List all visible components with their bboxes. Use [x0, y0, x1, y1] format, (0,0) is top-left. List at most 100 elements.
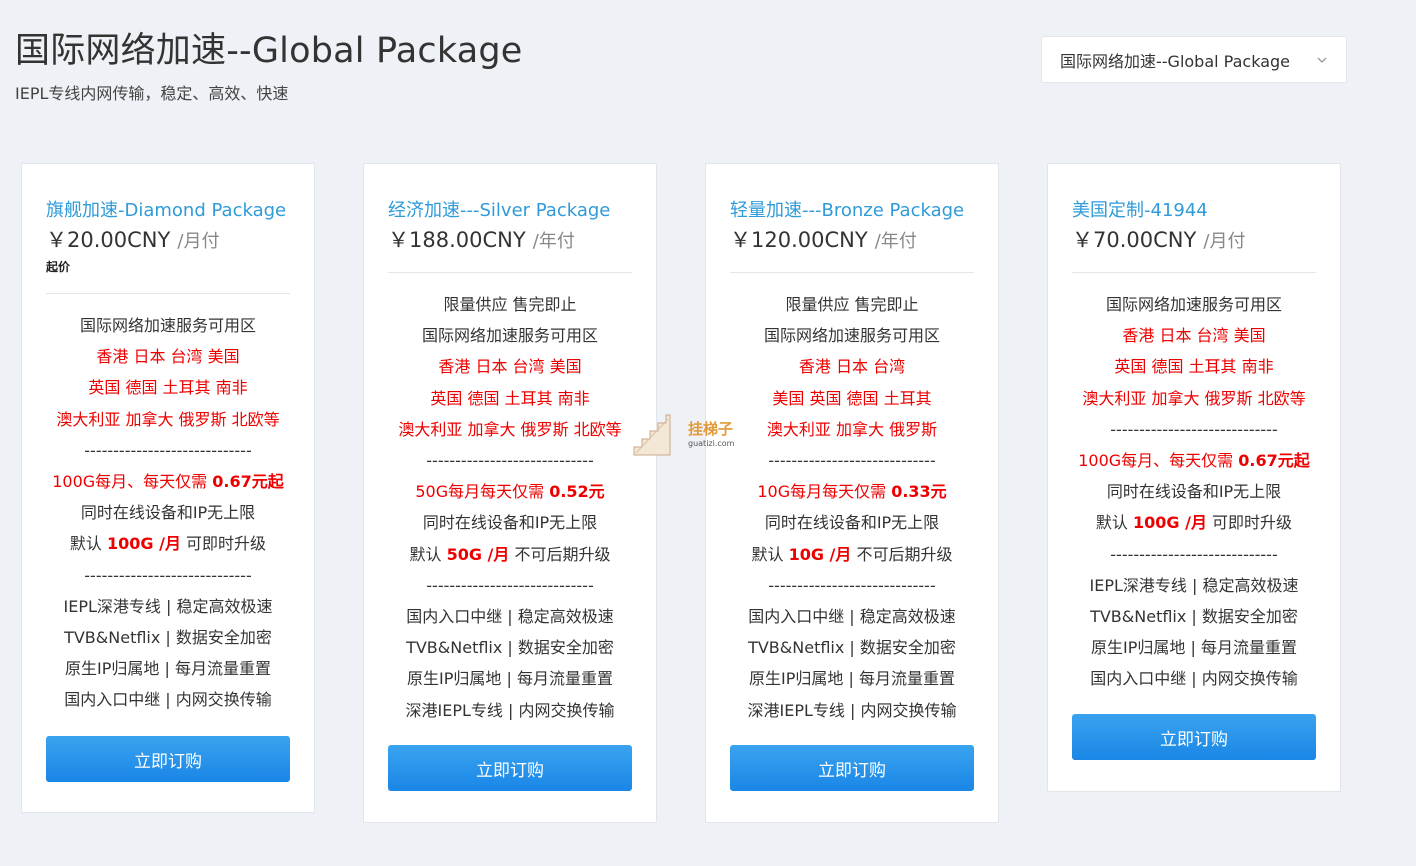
- feature-text: 原生IP归属地 | 每月流量重置: [65, 659, 271, 679]
- feature-text: 英国 德国 土耳其 南非: [88, 378, 248, 398]
- feature-text: 限量供应 售完即止: [785, 295, 919, 314]
- feature-text: 50G /月: [446, 544, 510, 564]
- feature-line: -----------------------------: [22, 435, 314, 466]
- feature-text: 国内入口中继 | 稳定高效极速: [748, 607, 956, 627]
- feature-text: 10G每月每天仅需: [757, 482, 892, 502]
- feature-line: 香港 日本 台湾 美国: [364, 351, 656, 382]
- feature-line: -----------------------------: [1048, 539, 1340, 570]
- feature-line: 深港IEPL专线 | 内网交换传输: [706, 695, 998, 726]
- feature-text: -----------------------------: [768, 451, 936, 471]
- feature-line: TVB&Netflix | 数据安全加密: [706, 632, 998, 663]
- feature-line: 国际网络加速服务可用区: [706, 320, 998, 351]
- feature-line: 澳大利亚 加拿大 俄罗斯 北欧等: [22, 404, 314, 435]
- feature-text: 原生IP归属地 | 每月流量重置: [407, 669, 613, 689]
- feature-line: IEPL深港专线 | 稳定高效极速: [22, 591, 314, 622]
- package-price-line: ￥20.00CNY /月付: [46, 224, 220, 254]
- feature-text: IEPL深港专线 | 稳定高效极速: [1089, 575, 1299, 595]
- card-divider: [46, 293, 290, 294]
- feature-line: 美国 英国 德国 土耳其: [706, 383, 998, 414]
- feature-line: 澳大利亚 加拿大 俄罗斯 北欧等: [1048, 383, 1340, 414]
- feature-text: 英国 德国 土耳其 南非: [430, 388, 590, 408]
- feature-text: -----------------------------: [768, 575, 936, 595]
- watermark-en: guatizi.com: [688, 439, 735, 448]
- feature-line: 原生IP归属地 | 每月流量重置: [22, 653, 314, 684]
- feature-line: TVB&Netflix | 数据安全加密: [22, 622, 314, 653]
- feature-text: TVB&Netflix | 数据安全加密: [64, 628, 272, 648]
- feature-text: -----------------------------: [426, 451, 594, 471]
- feature-line: 10G每月每天仅需 0.33元: [706, 476, 998, 507]
- feature-text: 0.52元: [549, 482, 605, 502]
- feature-text: 可即时升级: [1206, 513, 1293, 533]
- feature-text: 深港IEPL专线 | 内网交换传输: [747, 700, 957, 720]
- feature-line: TVB&Netflix | 数据安全加密: [364, 632, 656, 663]
- card-divider: [730, 272, 974, 273]
- feature-line: 香港 日本 台湾 美国: [1048, 320, 1340, 351]
- feature-line: 100G每月、每天仅需 0.67元起: [22, 466, 314, 497]
- feature-line: 原生IP归属地 | 每月流量重置: [364, 663, 656, 694]
- feature-line: IEPL深港专线 | 稳定高效极速: [1048, 570, 1340, 601]
- feature-line: 香港 日本 台湾 美国: [22, 341, 314, 372]
- feature-line: 限量供应 售完即止: [364, 289, 656, 320]
- feature-line: 国内入口中继 | 稳定高效极速: [364, 601, 656, 632]
- feature-line: 香港 日本 台湾: [706, 351, 998, 382]
- package-price: ￥20.00CNY: [46, 228, 171, 252]
- feature-text: IEPL深港专线 | 稳定高效极速: [63, 596, 273, 616]
- feature-text: 100G /月: [107, 534, 181, 554]
- feature-text: -----------------------------: [84, 565, 252, 585]
- package-name[interactable]: 美国定制-41944: [1072, 196, 1208, 222]
- feature-line: -----------------------------: [22, 560, 314, 591]
- feature-line: 默认 10G /月 不可后期升级: [706, 539, 998, 570]
- package-price: ￥120.00CNY: [730, 228, 868, 252]
- feature-line: TVB&Netflix | 数据安全加密: [1048, 601, 1340, 632]
- feature-line: 英国 德国 土耳其 南非: [1048, 351, 1340, 382]
- feature-line: 默认 50G /月 不可后期升级: [364, 539, 656, 570]
- package-name[interactable]: 轻量加速---Bronze Package: [730, 196, 964, 222]
- page-title: 国际网络加速--Global Package: [15, 31, 523, 71]
- package-price: ￥188.00CNY: [388, 228, 526, 252]
- stairs-logo-icon: [633, 414, 671, 456]
- feature-line: -----------------------------: [364, 445, 656, 476]
- feature-text: 默认: [1095, 513, 1134, 533]
- package-price: ￥70.00CNY: [1072, 228, 1197, 252]
- package-name[interactable]: 经济加速---Silver Package: [388, 196, 610, 222]
- package-price-line: ￥120.00CNY /年付: [730, 224, 917, 254]
- feature-line: 国内入口中继 | 内网交换传输: [22, 684, 314, 715]
- feature-text: 50G每月每天仅需: [415, 482, 550, 502]
- feature-text: 香港 日本 台湾: [798, 357, 906, 377]
- order-now-button[interactable]: 立即订购: [388, 745, 632, 791]
- feature-line: 原生IP归属地 | 每月流量重置: [1048, 632, 1340, 663]
- billing-cycle: /年付: [532, 231, 575, 252]
- product-group-select[interactable]: 国际网络加速--Global Package: [1041, 36, 1347, 83]
- feature-text: 国际网络加速服务可用区: [763, 326, 940, 346]
- feature-list: 限量供应 售完即止国际网络加速服务可用区 香港 日本 台湾美国 英国 德国 土耳其…: [706, 289, 998, 726]
- billing-cycle: /月付: [1203, 231, 1246, 252]
- feature-line: 国内入口中继 | 稳定高效极速: [706, 601, 998, 632]
- order-now-button[interactable]: 立即订购: [1072, 714, 1316, 760]
- feature-text: 国际网络加速服务可用区: [1105, 295, 1282, 314]
- feature-text: 默认: [751, 544, 789, 564]
- feature-line: 同时在线设备和IP无上限: [364, 507, 656, 538]
- feature-line: -----------------------------: [706, 570, 998, 601]
- feature-text: 0.67元起: [1238, 451, 1310, 471]
- starting-price-label: 起价: [46, 260, 71, 274]
- feature-line: 100G每月、每天仅需 0.67元起: [1048, 445, 1340, 476]
- order-now-button[interactable]: 立即订购: [730, 745, 974, 791]
- package-card-bronze: 轻量加速---Bronze Package ￥120.00CNY /年付 限量供…: [705, 163, 999, 823]
- package-name[interactable]: 旗舰加速-Diamond Package: [46, 196, 286, 222]
- feature-text: 原生IP归属地 | 每月流量重置: [749, 669, 955, 689]
- feature-line: 英国 德国 土耳其 南非: [22, 372, 314, 403]
- feature-text: -----------------------------: [1110, 419, 1278, 439]
- feature-text: 香港 日本 台湾 美国: [438, 357, 582, 377]
- watermark: 挂梯子 guatizi.com: [632, 413, 752, 457]
- feature-line: 同时在线设备和IP无上限: [1048, 476, 1340, 507]
- feature-text: 国际网络加速服务可用区: [79, 316, 256, 335]
- card-divider: [388, 272, 632, 273]
- feature-text: 英国 德国 土耳其 南非: [1114, 357, 1274, 377]
- feature-line: -----------------------------: [1048, 414, 1340, 445]
- feature-text: 不可后期升级: [851, 544, 953, 564]
- feature-line: 英国 德国 土耳其 南非: [364, 383, 656, 414]
- order-now-button[interactable]: 立即订购: [46, 736, 290, 782]
- package-card-silver: 经济加速---Silver Package ￥188.00CNY /年付 限量供…: [363, 163, 657, 823]
- card-divider: [1072, 272, 1316, 273]
- feature-line: 限量供应 售完即止: [706, 289, 998, 320]
